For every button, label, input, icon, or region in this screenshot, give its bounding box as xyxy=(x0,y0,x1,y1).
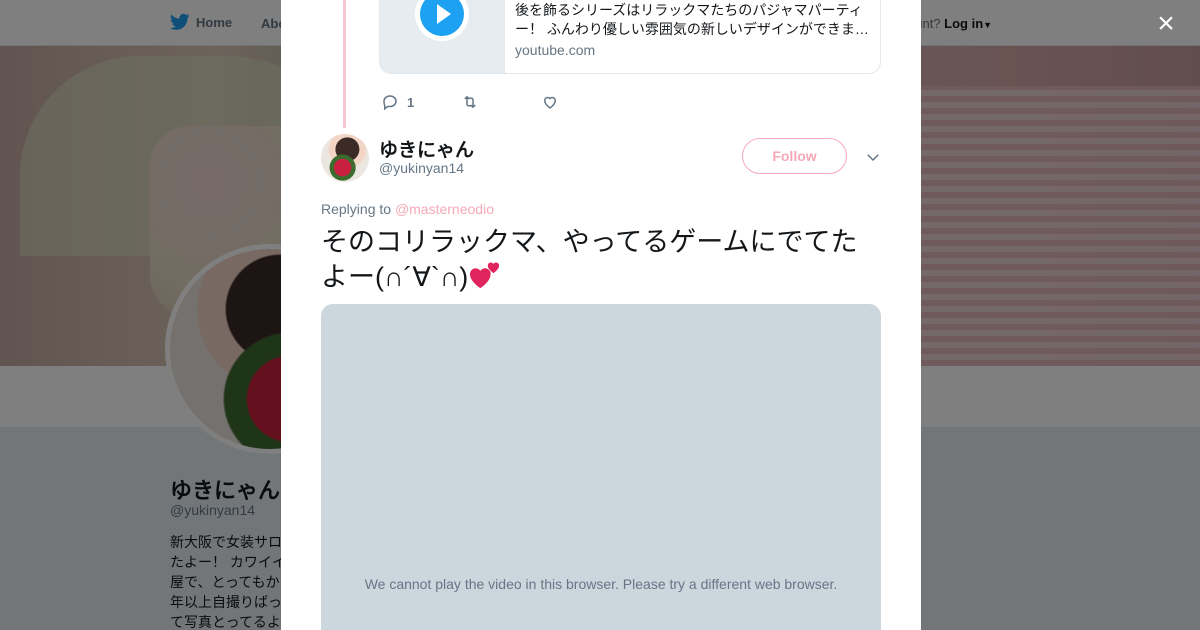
retweet-button[interactable] xyxy=(461,93,541,111)
tweet-text: そのコリラックマ、やってるゲームにでてたよー(∩´∀`∩) xyxy=(321,225,871,295)
thread-connector xyxy=(343,0,346,128)
follow-button[interactable]: Follow xyxy=(742,138,847,174)
like-button[interactable] xyxy=(541,93,567,111)
card-description: 後を飾るシリーズはリラックマたちのパジャマパーティ ー！ ふんわり優しい雰囲気の… xyxy=(515,1,870,39)
reply-button[interactable]: 1 xyxy=(381,93,461,111)
close-icon[interactable]: × xyxy=(1152,9,1180,39)
chevron-down-icon[interactable] xyxy=(864,148,882,166)
replying-to: Replying to @masterneodio xyxy=(321,201,494,217)
tweet-text-content: そのコリラックマ、やってるゲームにでてたよー(∩´∀`∩) xyxy=(321,227,858,292)
retweet-icon xyxy=(464,95,476,109)
tweet-actions: 1 xyxy=(381,92,567,112)
tweet-author-handle[interactable]: @yukinyan14 xyxy=(379,160,464,176)
reply-icon xyxy=(383,95,397,111)
card-description-line2: ー！ ふんわり優しい雰囲気の新しいデザインができま… xyxy=(515,21,869,37)
reply-count: 1 xyxy=(407,94,415,110)
card-thumbnail xyxy=(380,0,505,73)
replying-prefix: Replying to xyxy=(321,201,395,217)
video-player[interactable]: We cannot play the video in this browser… xyxy=(321,304,881,630)
tweet-modal: 後を飾るシリーズはリラックマたちのパジャマパーティ ー！ ふんわり優しい雰囲気の… xyxy=(281,0,921,630)
card-description-line1: 後を飾るシリーズはリラックマたちのパジャマパーティ xyxy=(515,2,863,18)
tweet-author-avatar[interactable] xyxy=(321,134,369,182)
link-preview-card[interactable]: 後を飾るシリーズはリラックマたちのパジャマパーティ ー！ ふんわり優しい雰囲気の… xyxy=(379,0,881,74)
play-icon xyxy=(420,0,464,36)
heart-icon xyxy=(543,96,557,109)
card-domain: youtube.com xyxy=(515,42,596,58)
tweet-author-name[interactable]: ゆきにゃん xyxy=(379,135,474,162)
replying-to-link[interactable]: @masterneodio xyxy=(395,201,494,217)
play-button[interactable] xyxy=(415,0,469,41)
video-unsupported-message: We cannot play the video in this browser… xyxy=(364,576,838,592)
two-hearts-icon xyxy=(470,262,500,289)
